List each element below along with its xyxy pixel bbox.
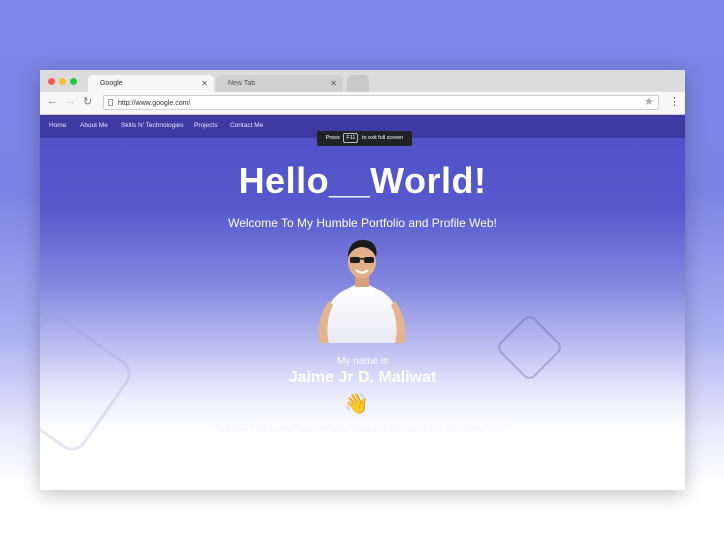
name-intro: My name is bbox=[336, 356, 389, 367]
url-input[interactable]: http://www.google.com/ bbox=[103, 95, 659, 110]
page-icon bbox=[108, 99, 113, 106]
browser-window: Google ✕ New Tab ✕ ← → ↻ http://www.goog… bbox=[40, 70, 685, 490]
waving-hand-icon: 👋 bbox=[344, 393, 369, 415]
profile-photo bbox=[318, 239, 406, 343]
close-tab-icon[interactable]: ✕ bbox=[201, 75, 208, 92]
address-toolbar: ← → ↻ http://www.google.com/ ★ ⋮ bbox=[40, 92, 685, 115]
nav-about-me[interactable]: About Me bbox=[80, 122, 108, 129]
hero-quote: "Knowing That Defeat Does Not Mean Failu… bbox=[214, 425, 511, 434]
reload-icon[interactable]: ↻ bbox=[83, 95, 92, 108]
nav-contact-me[interactable]: Contact Me bbox=[230, 122, 263, 129]
fullscreen-notice-suffix: to exit full screen bbox=[361, 135, 404, 141]
new-tab-button[interactable] bbox=[347, 75, 369, 92]
browser-menu-icon[interactable]: ⋮ bbox=[669, 95, 680, 108]
web-page: Home About Me Skills N' Technologies Pro… bbox=[40, 115, 685, 490]
minimize-window-dot[interactable] bbox=[59, 78, 66, 85]
maximize-window-dot[interactable] bbox=[70, 78, 77, 85]
close-window-dot[interactable] bbox=[48, 78, 55, 85]
full-name: Jaime Jr D. Maliwat bbox=[288, 369, 437, 386]
url-text: http://www.google.com/ bbox=[118, 100, 191, 107]
forward-arrow-icon[interactable]: → bbox=[65, 95, 76, 107]
fullscreen-notice-prefix: Press bbox=[325, 135, 340, 141]
browser-tab-active[interactable]: Google ✕ bbox=[88, 75, 214, 92]
fullscreen-notice: Press F11 to exit full screen bbox=[317, 131, 412, 146]
nav-home[interactable]: Home bbox=[49, 122, 66, 129]
nav-projects[interactable]: Projects bbox=[194, 122, 217, 129]
browser-tab[interactable]: New Tab ✕ bbox=[216, 75, 343, 92]
close-tab-icon[interactable]: ✕ bbox=[330, 75, 337, 92]
browser-titlebar: Google ✕ New Tab ✕ bbox=[40, 70, 685, 92]
tab-label: Google bbox=[100, 80, 123, 87]
bookmark-star-icon[interactable]: ★ bbox=[644, 95, 654, 108]
nav-skills[interactable]: Skills N' Technologies bbox=[121, 122, 184, 129]
f11-key: F11 bbox=[343, 133, 359, 143]
hero-title: Hello__World! bbox=[238, 160, 487, 201]
hero-subtitle: Welcome To My Humble Portfolio and Profi… bbox=[228, 216, 497, 230]
tab-label: New Tab bbox=[228, 80, 256, 87]
back-arrow-icon[interactable]: ← bbox=[47, 95, 58, 107]
